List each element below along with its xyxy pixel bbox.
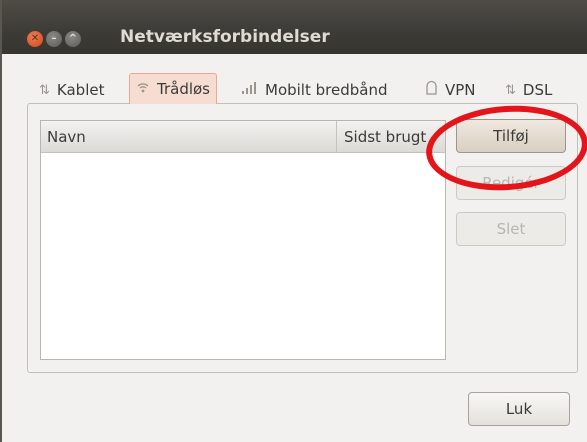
window-title: Netværksforbindelser <box>120 27 330 47</box>
tab-label: Kablet <box>56 81 105 99</box>
network-connections-window: ✕ – ^ Netværksforbindelser ⇅ Kablet Tråd… <box>0 0 587 442</box>
column-header-navn[interactable]: Navn <box>41 121 337 153</box>
tab-label: Trådløs <box>157 80 210 98</box>
window-maximize-button[interactable]: ^ <box>65 31 81 47</box>
tab-mobilt-bredband[interactable]: Mobilt bredbånd <box>238 75 391 105</box>
window-close-button[interactable]: ✕ <box>27 31 43 47</box>
close-button[interactable]: Luk <box>468 392 570 426</box>
wireless-icon <box>136 80 150 98</box>
column-header-sidst-brugt[interactable]: Sidst brugt <box>338 121 445 153</box>
delete-button[interactable]: Slet <box>456 212 566 246</box>
tab-label: VPN <box>445 81 476 99</box>
edit-button[interactable]: Redigér <box>456 166 566 200</box>
tab-vpn[interactable]: VPN <box>421 75 480 105</box>
signal-bars-icon <box>242 82 258 98</box>
list-header: Navn Sidst brugt <box>41 121 445 153</box>
connection-list[interactable]: Navn Sidst brugt <box>40 120 446 360</box>
tab-kablet[interactable]: ⇅ Kablet <box>35 75 108 105</box>
tab-tradlos[interactable]: Trådløs <box>129 73 217 104</box>
lock-icon <box>425 80 438 100</box>
tab-label: DSL <box>522 81 553 99</box>
close-icon: ✕ <box>30 33 40 44</box>
add-button[interactable]: Tilføj <box>456 119 566 153</box>
wired-network-icon: ⇅ <box>39 82 50 98</box>
minimize-icon: – <box>51 33 57 44</box>
tab-label: Mobilt bredbånd <box>265 81 388 99</box>
title-bar[interactable]: ✕ – ^ Netværksforbindelser <box>2 0 587 54</box>
window-minimize-button[interactable]: – <box>46 31 62 47</box>
maximize-icon: ^ <box>68 33 78 44</box>
wired-network-icon: ⇅ <box>505 82 516 98</box>
tab-dsl[interactable]: ⇅ DSL <box>501 75 556 105</box>
